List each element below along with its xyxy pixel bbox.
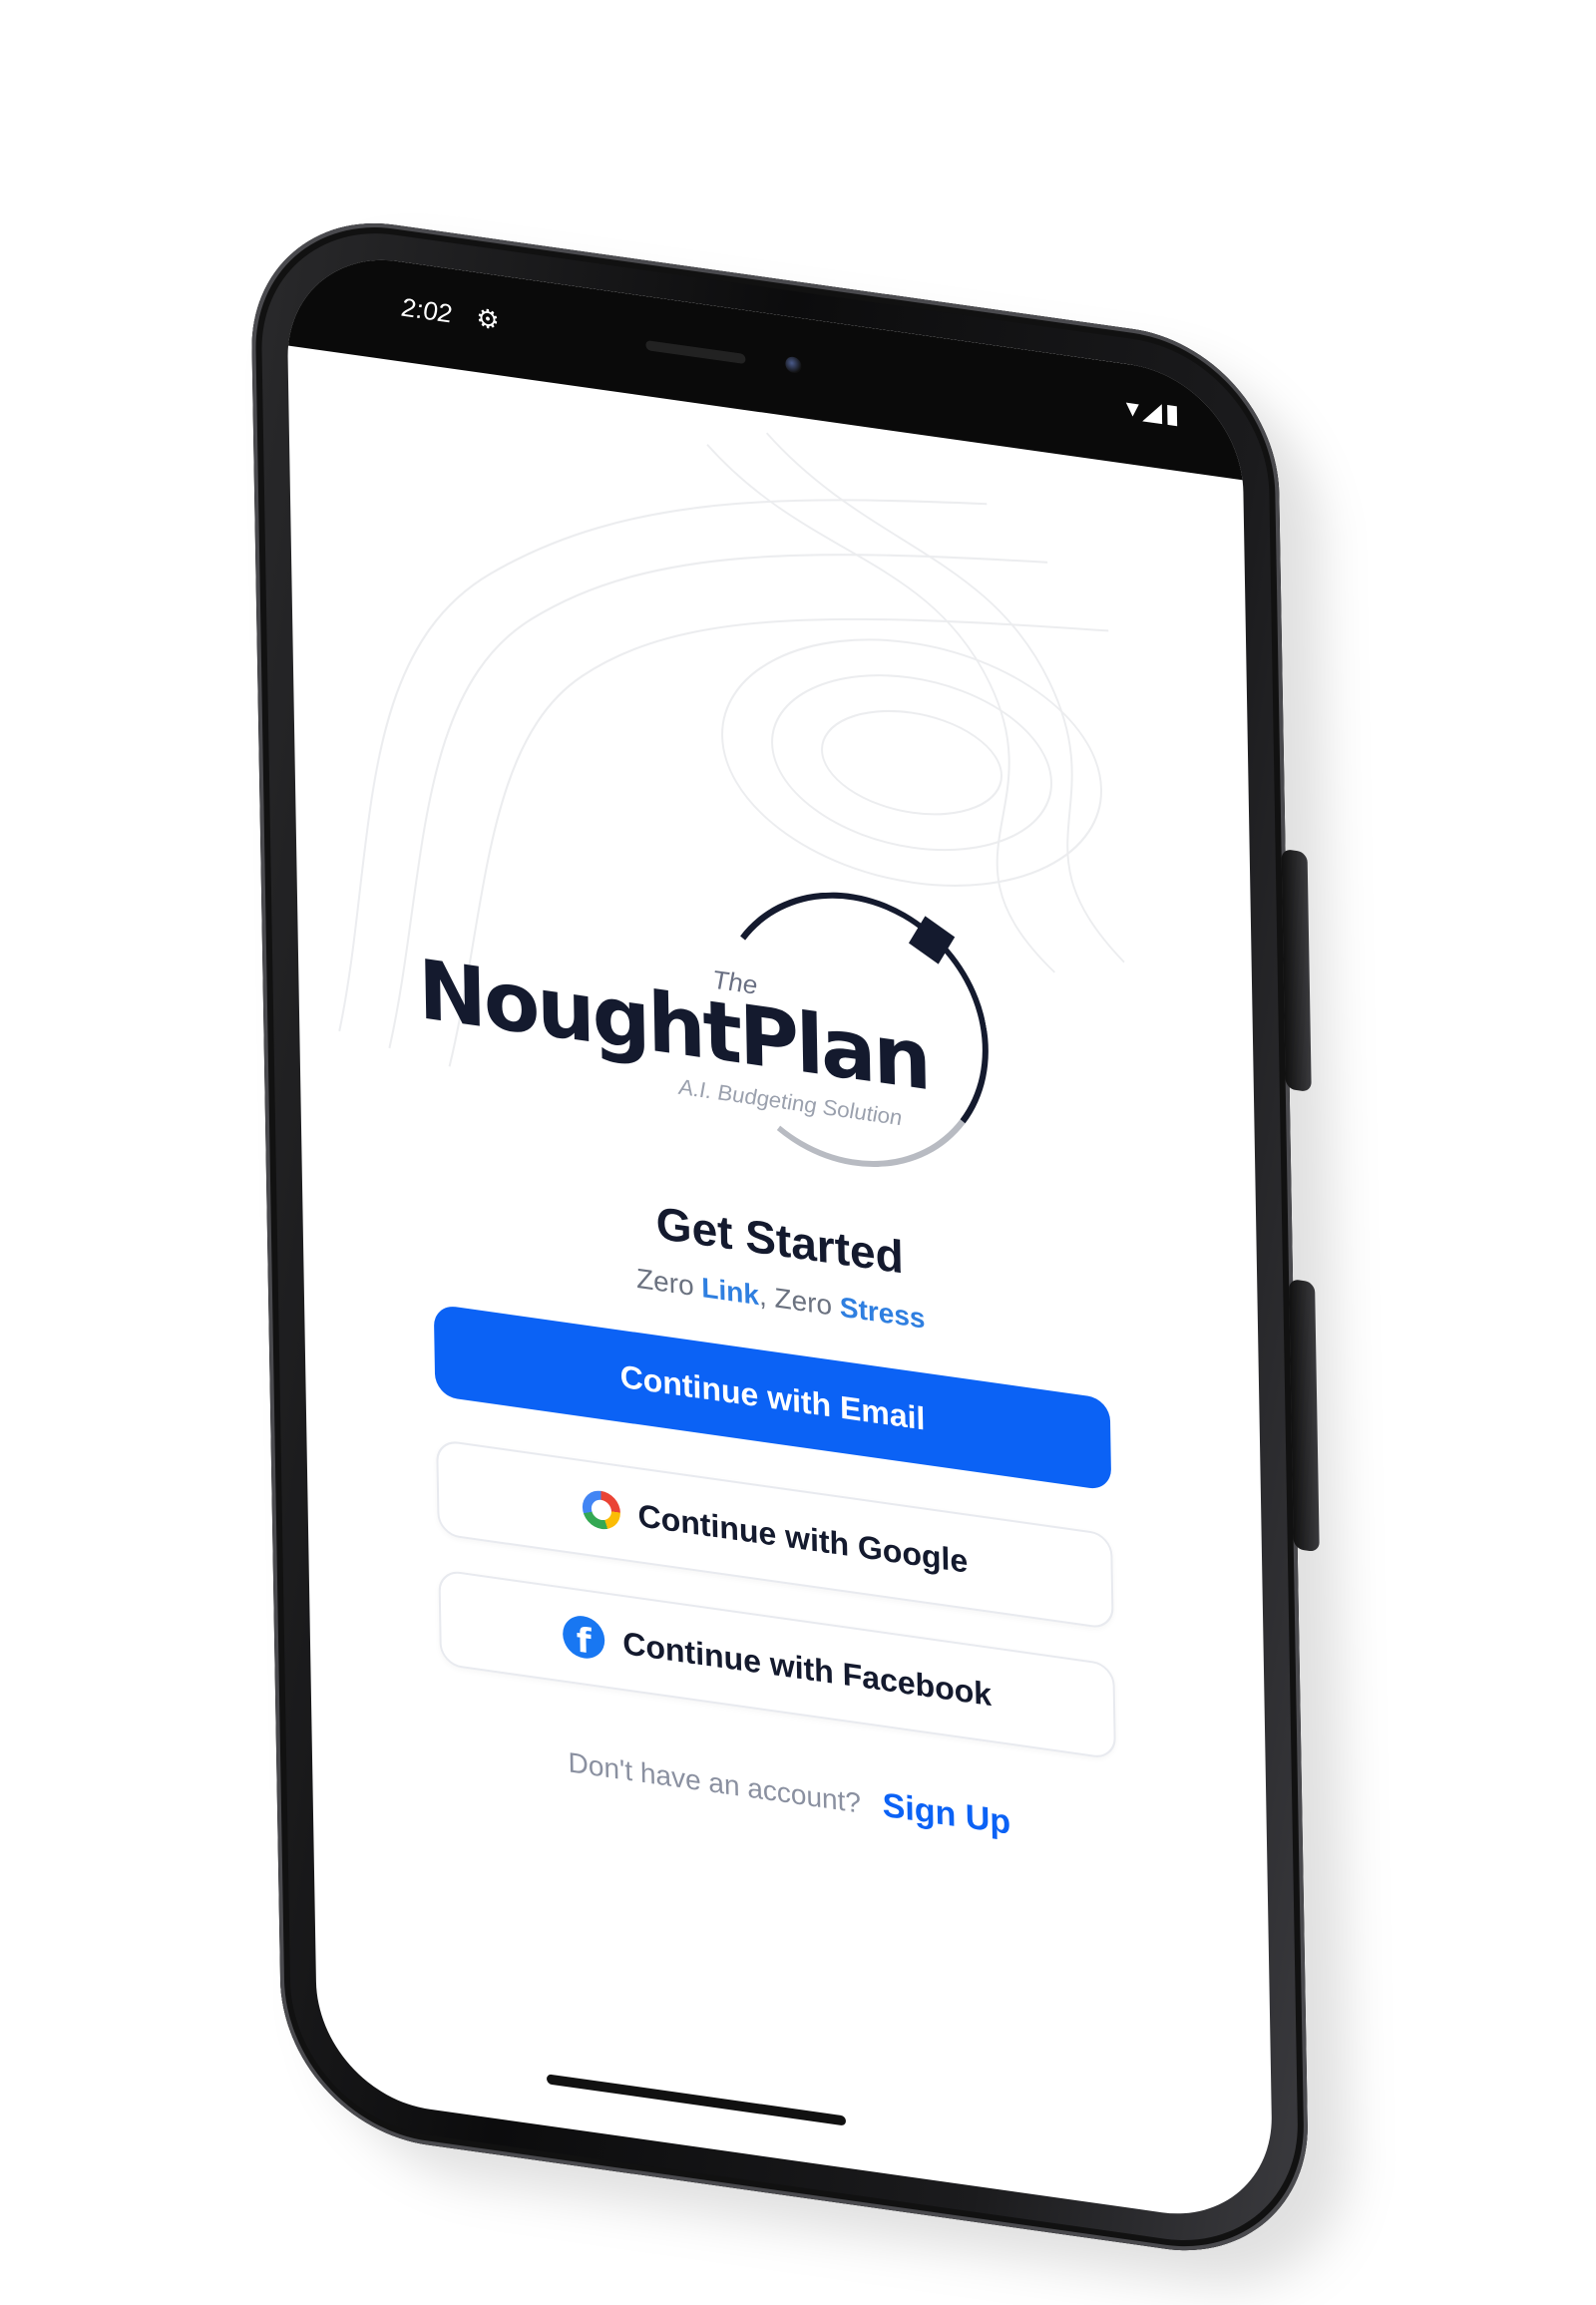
phone-device: 2:02 ⚙ ▾◢▮ The NoughtPlan A.I. Budgeting… <box>249 204 1351 2305</box>
subtitle-text-1: Zero <box>635 1262 702 1304</box>
facebook-icon: f <box>562 1613 605 1662</box>
signal-battery-icon: ▾◢▮ <box>1125 391 1183 430</box>
subtitle-text-2: , Zero <box>758 1280 841 1323</box>
sign-up-link[interactable]: Sign Up <box>882 1786 1010 1842</box>
google-button-label: Continue with Google <box>637 1496 969 1580</box>
signup-prompt: Don't have an account? <box>568 1746 862 1819</box>
status-time: 2:02 <box>401 291 453 329</box>
signup-prompt-row: Don't have an account? Sign Up <box>311 1706 1268 1879</box>
volume-button <box>1281 848 1312 1093</box>
subtitle-highlight-stress: Stress <box>839 1291 926 1335</box>
noughtplan-logo: The NoughtPlan A.I. Budgeting Solution <box>416 833 1012 1172</box>
power-button <box>1289 1279 1320 1553</box>
phone-screen: 2:02 ⚙ ▾◢▮ The NoughtPlan A.I. Budgeting… <box>285 245 1274 2228</box>
google-icon <box>582 1488 620 1532</box>
subtitle-highlight-link: Link <box>701 1272 760 1312</box>
email-button-label: Continue with Email <box>619 1356 926 1437</box>
front-camera-icon <box>785 355 802 375</box>
onboarding-content: The NoughtPlan A.I. Budgeting Solution G… <box>287 345 1273 2228</box>
gear-icon: ⚙ <box>476 302 500 336</box>
facebook-button-label: Continue with Facebook <box>621 1624 993 1713</box>
earpiece-speaker <box>645 340 746 365</box>
